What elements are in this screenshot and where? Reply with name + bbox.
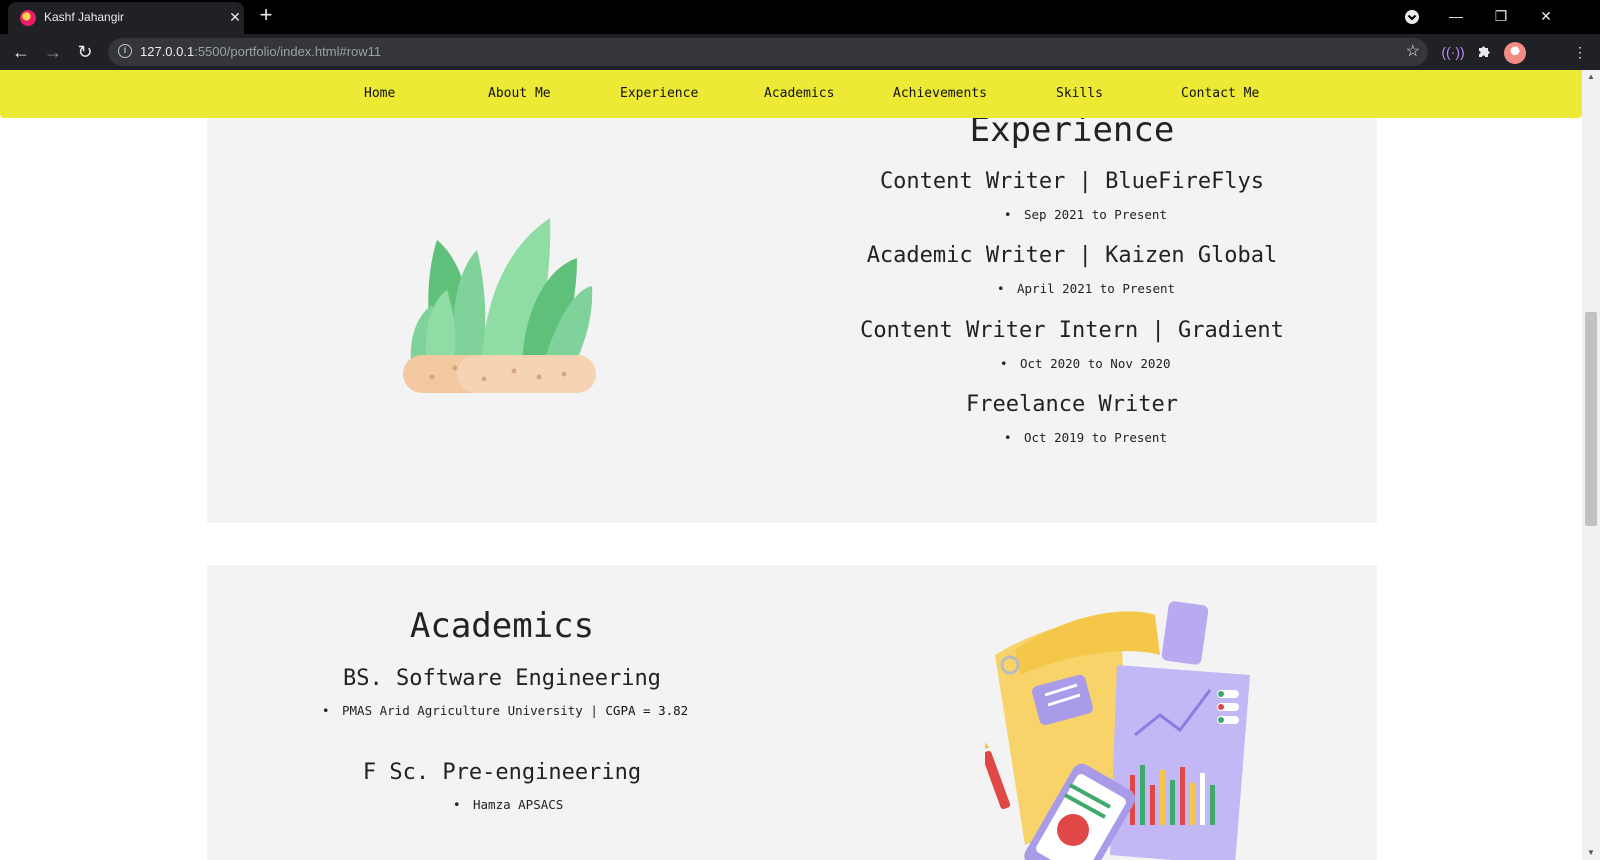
new-tab-button[interactable]: + <box>256 4 276 28</box>
academics-detail: Hamza APSACS <box>453 797 563 812</box>
experience-title: Content Writer Intern | Gradient <box>860 318 1284 343</box>
tab-bar: Kashf Jahangir ✕ + — ❐ ✕ <box>0 0 1600 34</box>
back-icon[interactable]: ← <box>9 40 33 64</box>
restore-icon[interactable]: ❐ <box>1490 5 1512 27</box>
forward-icon[interactable]: → <box>41 40 65 64</box>
experience-section: Experience Content Writer | BlueFireFlys… <box>207 70 1377 523</box>
menu-kebab-icon[interactable]: ⋮ <box>1572 40 1588 64</box>
nav-home[interactable]: Home <box>364 86 395 101</box>
experience-title: Academic Writer | Kaizen Global <box>866 243 1278 268</box>
experience-title: Content Writer | BlueFireFlys <box>879 169 1265 194</box>
nav-experience[interactable]: Experience <box>620 86 698 101</box>
experience-period: April 2021 to Present <box>997 281 1175 296</box>
page-viewport: Home About Me Experience Academics Achie… <box>0 70 1600 860</box>
page-scrollbar[interactable]: ▲ ▼ <box>1582 70 1600 860</box>
address-bar[interactable]: i 127.0.0.1:5500/portfolio/index.html#ro… <box>108 38 1428 66</box>
close-tab-icon[interactable]: ✕ <box>226 8 244 26</box>
minimize-icon[interactable]: — <box>1445 5 1467 27</box>
nav-achievements[interactable]: Achievements <box>893 86 987 101</box>
extensions-icon[interactable] <box>1472 40 1496 64</box>
site-info-icon[interactable]: i <box>118 44 132 58</box>
close-window-icon[interactable]: ✕ <box>1535 5 1557 27</box>
nav-contact-me[interactable]: Contact Me <box>1181 86 1259 101</box>
study-materials-illustration <box>985 601 1250 860</box>
site-navbar: Home About Me Experience Academics Achie… <box>0 70 1582 118</box>
tab-title: Kashf Jahangir <box>44 10 125 24</box>
experience-period: Oct 2019 to Present <box>1004 430 1167 445</box>
academics-degree-title: F Sc. Pre-engineering <box>362 760 642 785</box>
experience-period: Oct 2020 to Nov 2020 <box>1000 356 1170 371</box>
grass-plant-illustration <box>403 218 596 393</box>
nav-academics[interactable]: Academics <box>764 86 834 101</box>
media-icon[interactable]: ((·)) <box>1441 40 1465 64</box>
academics-section: Academics BS. Software Engineering PMAS … <box>207 565 1377 860</box>
academics-degree-title: BS. Software Engineering <box>343 666 661 691</box>
browser-chrome: Kashf Jahangir ✕ + — ❐ ✕ ← → ↻ i 127.0.0… <box>0 0 1600 70</box>
scroll-thumb[interactable] <box>1585 312 1597 526</box>
profile-avatar[interactable] <box>1504 42 1526 64</box>
tab-search-icon[interactable] <box>1401 5 1423 27</box>
experience-period: Sep 2021 to Present <box>1004 207 1167 222</box>
browser-toolbar: ← → ↻ i 127.0.0.1:5500/portfolio/index.h… <box>0 34 1600 70</box>
nav-skills[interactable]: Skills <box>1056 86 1103 101</box>
browser-tab[interactable]: Kashf Jahangir ✕ <box>8 2 244 34</box>
scroll-down-icon[interactable]: ▼ <box>1586 848 1596 858</box>
cgpa-value: CGPA = 3.82 <box>605 703 689 718</box>
reload-icon[interactable]: ↻ <box>73 40 97 64</box>
bookmark-star-icon[interactable]: ☆ <box>1406 41 1420 61</box>
academics-detail: PMAS Arid Agriculture University | CGPA … <box>322 703 689 718</box>
nav-about-me[interactable]: About Me <box>488 86 551 101</box>
url-path: :5500/portfolio/index.html#row11 <box>194 44 382 59</box>
url-host: 127.0.0.1 <box>140 44 195 59</box>
experience-title: Freelance Writer <box>966 392 1178 417</box>
favicon-icon <box>20 10 36 26</box>
url-text[interactable]: 127.0.0.1:5500/portfolio/index.html#row1… <box>140 44 381 59</box>
scroll-up-icon[interactable]: ▲ <box>1586 72 1596 82</box>
academics-heading: Academics <box>409 606 595 646</box>
institution-name: PMAS Arid Agriculture University | <box>342 703 606 718</box>
